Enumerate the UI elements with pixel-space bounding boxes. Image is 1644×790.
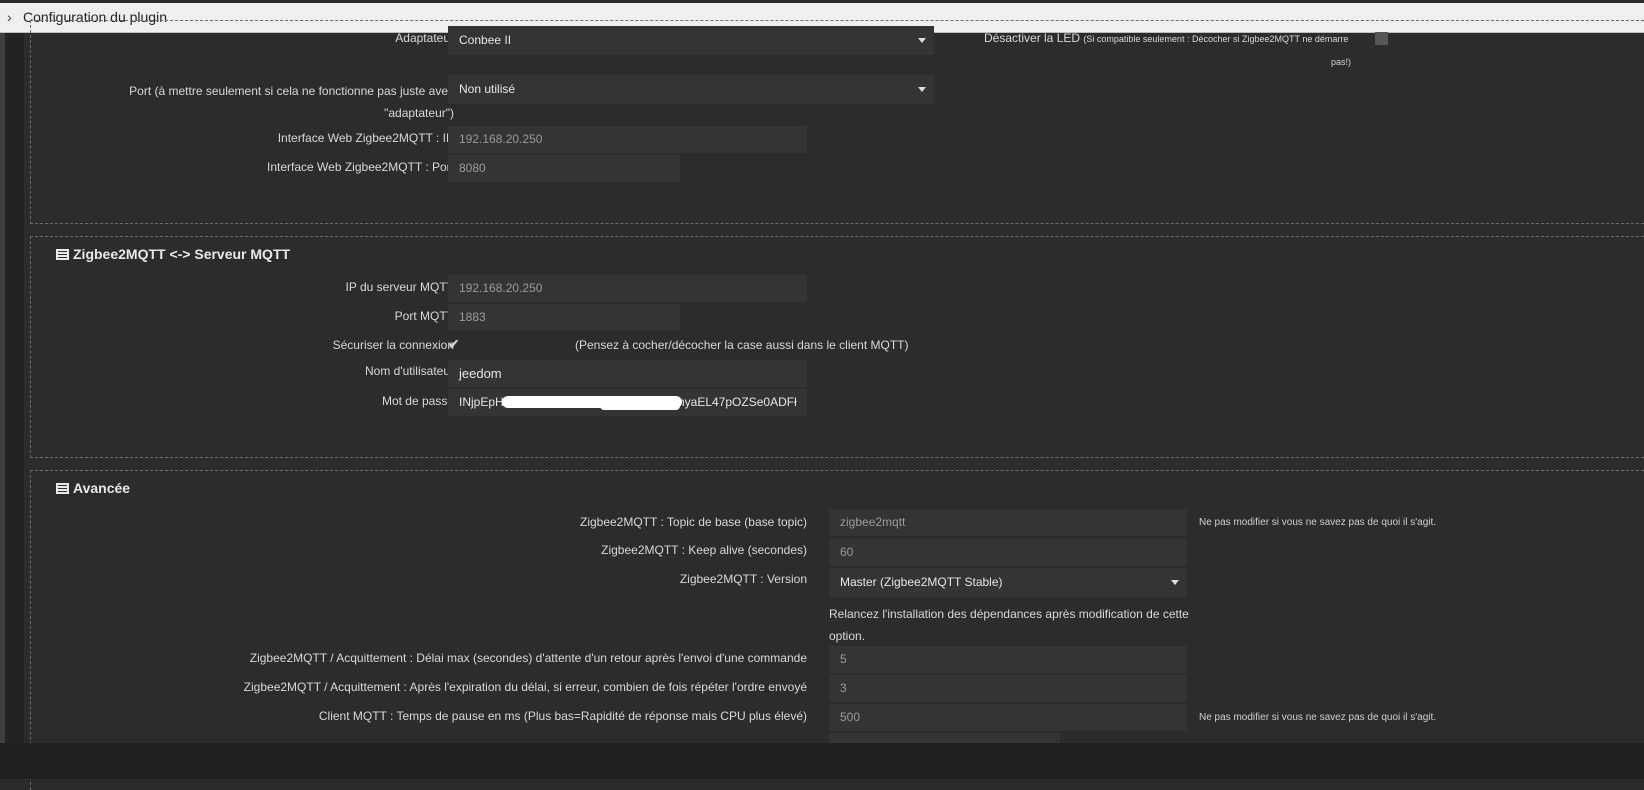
secure-label: Sécuriser la connexion	[332, 338, 454, 352]
ack-retry-label: Zigbee2MQTT / Acquittement : Après l'exp…	[243, 680, 807, 694]
version-note: Relancez l'installation des dépendances …	[829, 607, 1189, 643]
next-input-partial[interactable]	[829, 733, 1060, 743]
led-label: Désactiver la LED (Si compatible seuleme…	[984, 31, 1349, 45]
version-label: Zigbee2MQTT : Version	[679, 572, 807, 586]
topic-input[interactable]: zigbee2mqtt	[829, 509, 1187, 536]
topic-note: Ne pas modifier si vous ne savez pas de …	[1199, 517, 1437, 528]
webport-input[interactable]: 8080	[448, 155, 680, 182]
version-value: Master (Zigbee2MQTT Stable)	[840, 575, 1003, 589]
mqtt-section-title: Zigbee2MQTT <-> Serveur MQTT	[56, 246, 290, 262]
adapter-label: Adaptateur	[395, 31, 454, 45]
bottom-bar	[0, 743, 1644, 779]
user-input[interactable]: jeedom	[448, 360, 807, 387]
topic-label: Zigbee2MQTT : Topic de base (base topic)	[579, 515, 807, 529]
caret-down-icon	[918, 38, 926, 43]
keepalive-label: Zigbee2MQTT : Keep alive (secondes)	[601, 543, 807, 557]
caret-down-icon	[918, 87, 926, 92]
list-icon	[56, 483, 69, 494]
user-label: Nom d'utilisateur	[365, 364, 454, 378]
ack-delay-label: Zigbee2MQTT / Acquittement : Délai max (…	[249, 651, 807, 665]
ack-delay-input[interactable]: 5	[829, 646, 1187, 673]
port-label: Port (à mettre seulement si cela ne fonc…	[129, 84, 454, 120]
pass-suffix: nyaEL47pOZSe0ADFł	[678, 395, 797, 409]
chevron-right-icon: ›	[7, 9, 12, 25]
version-select[interactable]: Master (Zigbee2MQTT Stable)	[829, 568, 1187, 597]
mqtt-ip-input[interactable]: 192.168.20.250	[448, 275, 807, 302]
port-value: Non utilisé	[459, 82, 516, 96]
secure-checkbox[interactable]: ✔	[448, 336, 460, 353]
pass-prefix: INjpEpH	[459, 395, 504, 409]
list-icon	[56, 249, 69, 260]
led-note-cont: pas!)	[1331, 57, 1352, 67]
mqtt-port-label: Port MQTT	[394, 309, 454, 323]
ack-retry-input[interactable]: 3	[829, 675, 1187, 702]
pass-label: Mot de passe	[381, 394, 454, 408]
mqtt-port-input[interactable]: 1883	[448, 304, 680, 331]
advanced-section-title: Avancée	[56, 480, 130, 496]
webip-input[interactable]: 192.168.20.250	[448, 126, 807, 153]
keepalive-input[interactable]: 60	[829, 539, 1187, 566]
webip-label: Interface Web Zigbee2MQTT : IP	[277, 131, 454, 145]
password-redaction	[600, 402, 680, 410]
left-gutter	[5, 33, 25, 779]
caret-down-icon	[1171, 580, 1179, 585]
port-select[interactable]: Non utilisé	[448, 75, 934, 104]
adapter-value: Conbee II	[459, 33, 512, 47]
pause-input[interactable]: 500	[829, 704, 1187, 731]
led-checkbox[interactable]	[1375, 32, 1388, 45]
webport-label: Interface Web Zigbee2MQTT : Port	[267, 160, 454, 174]
pause-label: Client MQTT : Temps de pause en ms (Plus…	[318, 709, 807, 723]
mqtt-ip-label: IP du serveur MQTT	[345, 280, 454, 294]
adapter-select[interactable]: Conbee II	[448, 26, 934, 55]
secure-note: (Pensez à cocher/décocher la case aussi …	[575, 338, 909, 352]
led-note: (Si compatible seulement : Décocher si Z…	[1083, 34, 1349, 44]
pause-note: Ne pas modifier si vous ne savez pas de …	[1199, 712, 1437, 723]
